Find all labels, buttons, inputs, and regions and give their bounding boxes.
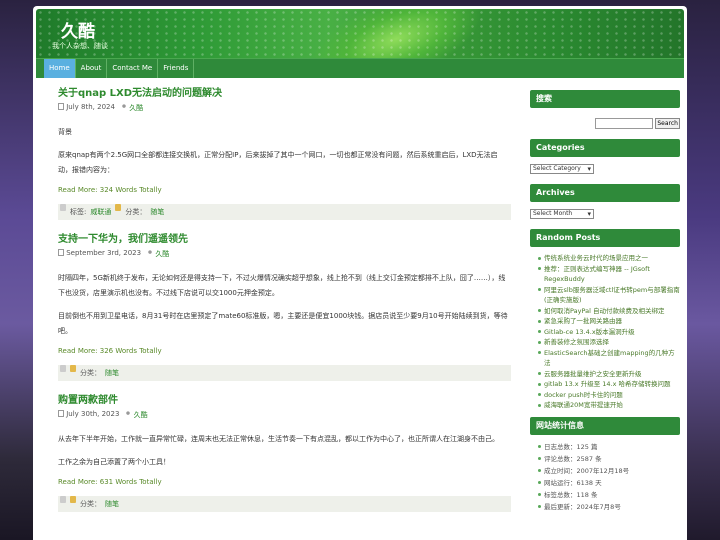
user-icon [120, 104, 127, 111]
read-more-link[interactable]: Read More: 631 Words Totally [58, 478, 511, 486]
random-post-link[interactable]: 威海联通20M宽带提速开始 [538, 400, 680, 411]
site-description: 我个人杂想、随谈 [52, 42, 108, 50]
random-posts-widget-title: Random Posts [530, 229, 680, 247]
post-meta: September 3rd, 2023 久酷 [58, 249, 511, 259]
random-post-link[interactable]: 传统系统业务云时代的场景应用之一 [538, 253, 680, 264]
main-content: 关于qnap LXD无法启动的问题解决 July 8th, 2024 久酷 背景… [58, 84, 511, 522]
archives-widget: Archives Select Month [530, 184, 680, 229]
random-post-link[interactable]: 阿里云slb服务器泛域ctl证书转pem与部署指南(正确实施版) [538, 285, 680, 306]
folder-icon [70, 496, 76, 503]
post-date: July 30th, 2023 [58, 410, 119, 420]
stat-item: 日志总数：125 篇 [538, 441, 680, 453]
post-tags-bar: 分类： 随笔 [58, 496, 511, 512]
tag-icon [60, 496, 66, 503]
stat-item: 网站运行：6138 天 [538, 477, 680, 489]
folder-icon [115, 204, 122, 211]
random-posts-list: 传统系统业务云时代的场景应用之一 推荐：正则表达式编写神器 -- JGsoft … [530, 253, 680, 411]
post-title[interactable]: 购置两款部件 [58, 391, 511, 406]
category-label: 分类： [125, 208, 147, 216]
random-posts-widget: Random Posts 传统系统业务云时代的场景应用之一 推荐：正则表达式编写… [530, 229, 680, 411]
post: 支持一下华为，我们遥遥领先 September 3rd, 2023 久酷 时隔四… [58, 230, 511, 381]
site-title[interactable]: 久酷 [61, 17, 95, 42]
stats-widget: 网站统计信息 日志总数：125 篇 评论总数：2587 条 成立时间：2007年… [530, 416, 680, 513]
tags-label: 标签: [70, 208, 87, 216]
nav-about[interactable]: About [76, 59, 108, 78]
tag-icon [60, 365, 66, 372]
random-post-link[interactable]: 云服务器批量维护之安全更新升级 [538, 369, 680, 380]
random-post-link[interactable]: 推荐：正则表达式编写神器 -- JGsoft RegexBuddy [538, 264, 680, 285]
post-author[interactable]: 久酷 [125, 410, 148, 420]
random-post-link[interactable]: 新善装修之氛围添选择 [538, 337, 680, 348]
post-paragraph: 目前倒也不用到卫星电话，8月31号时在店里预定了mate60标准版，嗯，主要还是… [58, 312, 508, 335]
calendar-icon [58, 249, 64, 256]
site-header: 久酷 我个人杂想、随谈 [36, 9, 684, 61]
post-tags-bar: 标签: 威联通 分类： 随笔 [58, 204, 511, 220]
random-post-link[interactable]: Gitlab-ce 13.4.x版本漏洞升级 [538, 327, 680, 338]
random-post-link[interactable]: 如何取消PayPal 自动付款续费及相关绑定 [538, 306, 680, 317]
categories-widget-title: Categories [530, 139, 680, 157]
tag-link[interactable]: 威联通 [90, 204, 111, 220]
categories-widget: Categories Select Category [530, 139, 680, 184]
month-select[interactable]: Select Month [530, 209, 594, 219]
stat-item: 成立时间：2007年12月18号 [538, 465, 680, 477]
category-link[interactable]: 随笔 [105, 496, 119, 512]
post-paragraph: 工作之余为自己添置了两个小工具！ [58, 458, 170, 466]
nav-contact[interactable]: Contact Me [107, 59, 159, 78]
post: 购置两款部件 July 30th, 2023 久酷 从去年下半年开始，工作就一直… [58, 391, 511, 512]
post-author[interactable]: 久酷 [120, 103, 143, 113]
post-meta: July 30th, 2023 久酷 [58, 410, 511, 420]
tag-icon [60, 204, 66, 211]
post-meta: July 8th, 2024 久酷 [58, 103, 511, 113]
random-post-link[interactable]: ElasticSearch基础之创建mapping的几种方法 [538, 348, 680, 369]
category-select[interactable]: Select Category [530, 164, 594, 174]
nav-friends[interactable]: Friends [158, 59, 195, 78]
random-post-link[interactable]: 紧急采购了一批网关路由器 [538, 316, 680, 327]
category-link[interactable]: 随笔 [150, 204, 164, 220]
post-date: September 3rd, 2023 [58, 249, 141, 259]
random-post-link[interactable]: gitlab 13.x 升级至 14.x 哈希存储转换问题 [538, 379, 680, 390]
post-paragraph: 时隔四年，5G新机终于发布，无论如何还是得支持一下，不过火爆情况确实超乎想象，线… [58, 274, 506, 297]
search-input[interactable] [595, 118, 654, 129]
post-date: July 8th, 2024 [58, 103, 115, 113]
post-paragraph: 从去年下半年开始，工作就一直异常忙碌，连周末也无法正常休息，生活节奏一下有点混乱… [58, 435, 499, 443]
user-icon [147, 250, 154, 257]
stats-list: 日志总数：125 篇 评论总数：2587 条 成立时间：2007年12月18号 … [530, 441, 680, 513]
calendar-icon [58, 410, 64, 417]
nav-home[interactable]: Home [44, 59, 76, 78]
user-icon [125, 411, 132, 418]
category-label: 分类： [80, 369, 101, 377]
post-author[interactable]: 久酷 [147, 249, 169, 259]
search-widget-title: 搜索 [530, 90, 680, 108]
post-title[interactable]: 关于qnap LXD无法启动的问题解决 [58, 84, 511, 99]
category-label: 分类： [80, 500, 101, 508]
stats-widget-title: 网站统计信息 [530, 416, 680, 435]
search-form: Search [530, 118, 680, 129]
random-post-link[interactable]: docker push时卡住的问题 [538, 390, 680, 401]
stat-item: 评论总数：2587 条 [538, 453, 680, 465]
calendar-icon [58, 103, 64, 110]
archives-widget-title: Archives [530, 184, 680, 202]
sidebar: 搜索 Search Categories Select Category Arc… [530, 90, 680, 513]
post-title[interactable]: 支持一下华为，我们遥遥领先 [58, 230, 511, 245]
folder-icon [70, 365, 76, 372]
stat-item: 最后更新：2024年7月8号 [538, 501, 680, 513]
stat-item: 标签总数：118 条 [538, 489, 680, 501]
category-link[interactable]: 随笔 [105, 365, 119, 381]
page-container: 久酷 我个人杂想、随谈 Home About Contact Me Friend… [33, 6, 687, 540]
post-paragraph: 背景 [58, 128, 72, 136]
read-more-link[interactable]: Read More: 326 Words Totally [58, 347, 511, 355]
search-button[interactable]: Search [655, 118, 680, 129]
post-paragraph: 原来qnap有两个2.5G网口全部都连接交换机，正常分配IP，后来拔掉了其中一个… [58, 151, 498, 174]
post-tags-bar: 分类： 随笔 [58, 365, 511, 381]
read-more-link[interactable]: Read More: 324 Words Totally [58, 186, 511, 194]
main-nav: Home About Contact Me Friends [36, 58, 684, 78]
background-left [0, 0, 36, 540]
header-water-drops [36, 9, 684, 61]
post: 关于qnap LXD无法启动的问题解决 July 8th, 2024 久酷 背景… [58, 84, 511, 220]
background-right [686, 0, 720, 540]
search-widget: 搜索 Search [530, 90, 680, 129]
